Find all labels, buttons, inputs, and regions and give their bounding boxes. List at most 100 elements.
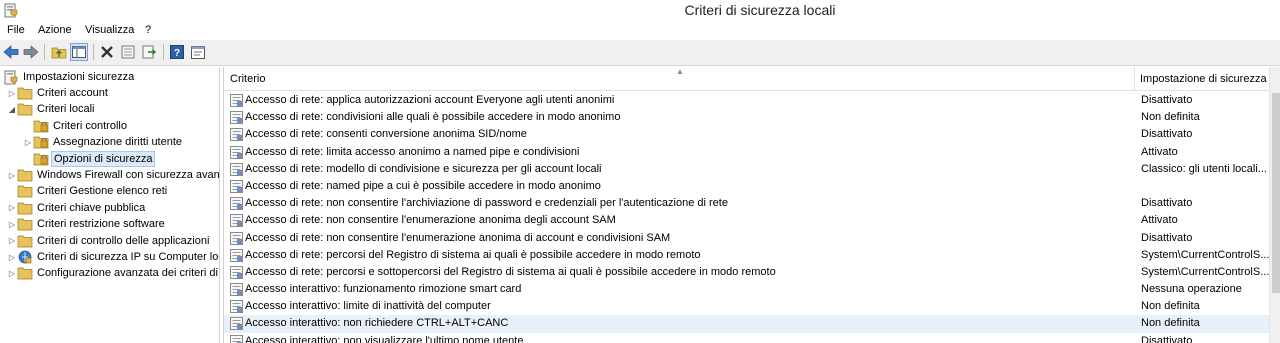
- folder-icon: [17, 200, 33, 216]
- policy-icon: [230, 145, 243, 159]
- tree-item[interactable]: ▷ Criteri di controllo delle applicazioni: [7, 233, 211, 249]
- tree-item[interactable]: Criteri Gestione elenco reti: [7, 183, 169, 199]
- tree-item[interactable]: ▷ Assegnazione diritti utente: [23, 134, 184, 150]
- table-row[interactable]: Accesso di rete: consenti conversione an…: [224, 126, 1269, 143]
- policy-icon: [230, 162, 243, 176]
- tree-item-label: Criteri Gestione elenco reti: [37, 185, 168, 198]
- policy-icon: [230, 248, 243, 262]
- menu-visualizza[interactable]: Visualizza: [85, 24, 134, 36]
- title-bar: Criteri di sicurezza locali: [0, 0, 1280, 22]
- properties-button[interactable]: [119, 43, 137, 61]
- policy-name: Accesso di rete: consenti conversione an…: [245, 128, 527, 141]
- table-row[interactable]: Accesso di rete: named pipe a cui è poss…: [224, 178, 1269, 195]
- tree-item-label: Criteri di sicurezza IP su Computer loc: [37, 251, 220, 263]
- expand-arrow-icon[interactable]: ▷: [7, 200, 17, 216]
- console-icon: [191, 45, 205, 59]
- policy-name: Accesso di rete: non consentire l'enumer…: [245, 231, 671, 244]
- policy-name: Accesso di rete: percorsi del Registro d…: [245, 248, 701, 261]
- policy-icon: [230, 283, 243, 297]
- folder-icon: [17, 85, 33, 101]
- menu-help[interactable]: ?: [145, 24, 151, 36]
- menu-azione[interactable]: Azione: [38, 24, 72, 36]
- tree-item[interactable]: Criteri controllo: [23, 118, 129, 134]
- expand-arrow-icon[interactable]: ▷: [7, 233, 17, 249]
- table-row[interactable]: Accesso interattivo: non visualizzare l'…: [224, 333, 1269, 343]
- policy-name: Accesso di rete: condivisioni alle quali…: [245, 111, 621, 124]
- policy-icon: [230, 111, 243, 125]
- policy-list-pane: ▲ Criterio Impostazione di sicurezza Acc…: [223, 67, 1280, 343]
- security-setting-value: Non definita: [1141, 300, 1200, 313]
- tree-root-label: Impostazioni sicurezza: [23, 71, 135, 83]
- security-setting-value: Disattivato: [1141, 231, 1193, 244]
- folder-icon: [33, 151, 49, 167]
- console-view-button[interactable]: [189, 43, 207, 61]
- tree-item[interactable]: ▷ Windows Firewall con sicurezza avanz: [7, 167, 219, 183]
- folder-icon: [17, 167, 33, 183]
- policy-name: Accesso di rete: applica autorizzazioni …: [245, 94, 615, 106]
- column-divider[interactable]: [1134, 67, 1135, 91]
- table-row[interactable]: Accesso di rete: modello di condivisione…: [224, 161, 1269, 178]
- tree-item-label: Assegnazione diritti utente: [53, 136, 183, 149]
- list-header: ▲ Criterio Impostazione di sicurezza: [224, 67, 1280, 91]
- table-row[interactable]: Accesso di rete: applica autorizzazioni …: [224, 92, 1269, 109]
- policy-name: Accesso interattivo: funzionamento rimoz…: [245, 283, 522, 296]
- table-row[interactable]: Accesso di rete: non consentire l'archiv…: [224, 195, 1269, 212]
- tree-item[interactable]: ▷ Criteri account: [7, 85, 110, 101]
- vertical-scrollbar[interactable]: [1269, 67, 1280, 343]
- policy-icon: [230, 334, 243, 343]
- scrollbar-thumb[interactable]: [1272, 93, 1280, 293]
- policy-name: Accesso di rete: named pipe a cui è poss…: [245, 179, 601, 192]
- tree-item-label: Criteri locali: [37, 103, 95, 116]
- expand-arrow-icon[interactable]: ▷: [7, 265, 17, 281]
- table-row[interactable]: Accesso di rete: limita accesso anonimo …: [224, 144, 1269, 161]
- tree-item-label: Criteri di controllo delle applicazioni: [37, 234, 210, 247]
- table-row[interactable]: Accesso di rete: condivisioni alle quali…: [224, 109, 1269, 126]
- show-hide-tree-button[interactable]: [70, 43, 88, 61]
- tree-item[interactable]: ▷ Criteri chiave pubblica: [7, 200, 147, 216]
- back-button[interactable]: [2, 43, 20, 61]
- menu-file[interactable]: File: [7, 24, 25, 36]
- table-row[interactable]: Accesso interattivo: limite di inattivit…: [224, 298, 1269, 315]
- svg-text:?: ?: [174, 48, 180, 59]
- column-header-impostazione[interactable]: Impostazione di sicurezza: [1140, 73, 1267, 85]
- tree-item[interactable]: ▷ Criteri di sicurezza IP su Computer loc: [7, 249, 220, 265]
- folder-icon: [33, 118, 49, 134]
- tree-root[interactable]: Impostazioni sicurezza: [3, 69, 136, 85]
- expand-arrow-icon[interactable]: ▷: [7, 85, 17, 101]
- policy-rows: Accesso di rete: applica autorizzazioni …: [224, 92, 1269, 343]
- tree-item[interactable]: Opzioni di sicurezza: [23, 150, 156, 167]
- policy-name: Accesso di rete: limita accesso anonimo …: [245, 145, 580, 158]
- table-row[interactable]: Accesso di rete: percorsi del Registro d…: [224, 247, 1269, 264]
- folder-icon: [17, 216, 33, 232]
- collapse-arrow-icon[interactable]: ◢: [7, 101, 17, 117]
- expand-arrow-icon[interactable]: ▷: [7, 216, 17, 232]
- export-list-button[interactable]: [140, 43, 158, 61]
- delete-button[interactable]: [98, 43, 116, 61]
- policy-name: Accesso di rete: percorsi e sottopercors…: [245, 265, 776, 278]
- tree-item[interactable]: ◢ Criteri locali: [7, 101, 96, 117]
- table-row[interactable]: Accesso di rete: non consentire l'enumer…: [224, 212, 1269, 229]
- help-button[interactable]: ?: [168, 43, 186, 61]
- expand-arrow-icon[interactable]: ▷: [7, 249, 17, 265]
- up-folder-icon: [51, 47, 67, 59]
- table-row[interactable]: Accesso di rete: percorsi e sottopercors…: [224, 264, 1269, 281]
- forward-icon: [23, 45, 39, 59]
- security-setting-value: Attivato: [1141, 145, 1178, 158]
- security-setting-value: Attivato: [1141, 214, 1178, 227]
- policy-name: Accesso di rete: non consentire l'enumer…: [245, 214, 616, 227]
- show-hide-tree-icon: [72, 46, 86, 58]
- tree-item[interactable]: ▷ Criteri restrizione software: [7, 216, 167, 232]
- table-row[interactable]: Accesso interattivo: non richiedere CTRL…: [224, 315, 1269, 333]
- up-one-level-button[interactable]: [50, 43, 68, 61]
- table-row[interactable]: Accesso di rete: non consentire l'enumer…: [224, 230, 1269, 247]
- table-row[interactable]: Accesso interattivo: funzionamento rimoz…: [224, 281, 1269, 298]
- security-setting-value: Disattivato: [1141, 197, 1193, 210]
- forward-button[interactable]: [22, 43, 40, 61]
- policy-icon: [230, 231, 243, 245]
- expand-arrow-icon[interactable]: ▷: [7, 167, 17, 183]
- column-header-criterio[interactable]: Criterio: [230, 73, 265, 85]
- expand-arrow-icon[interactable]: ▷: [23, 134, 33, 150]
- tree-item[interactable]: ▷ Configurazione avanzata dei criteri di: [7, 265, 219, 281]
